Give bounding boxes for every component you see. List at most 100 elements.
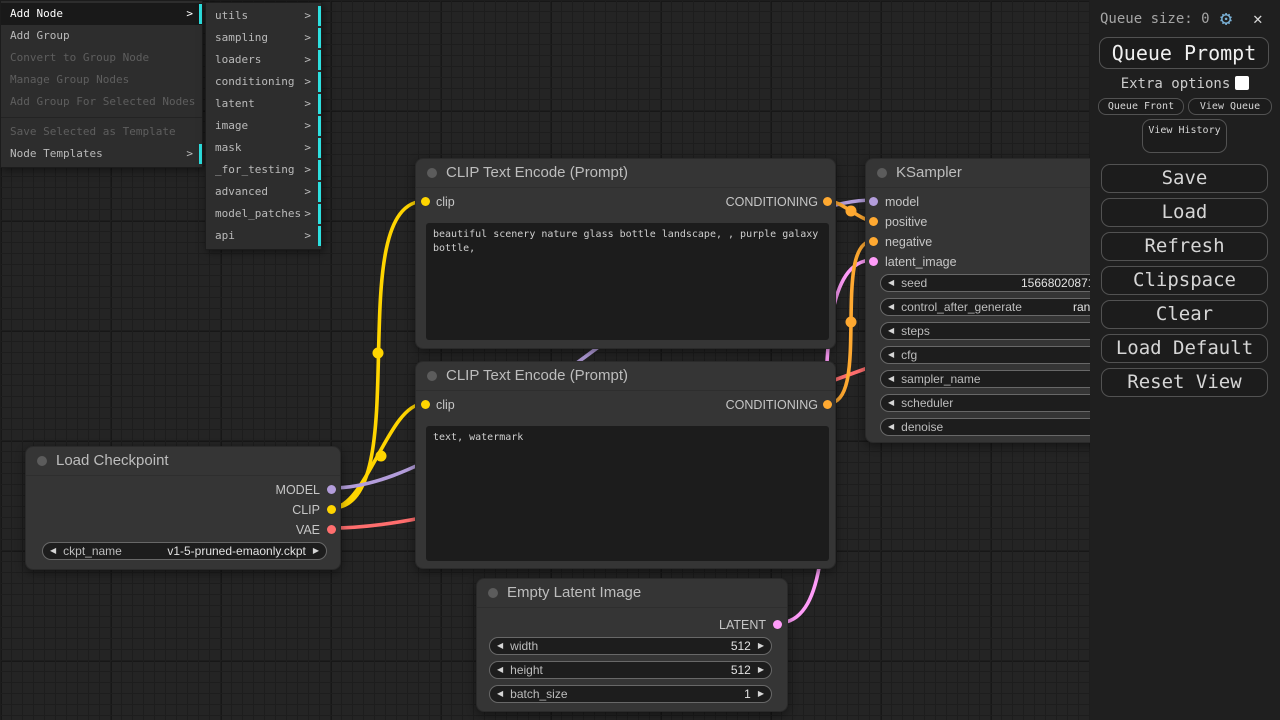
input-port-negative[interactable] [869, 237, 878, 246]
collapse-dot[interactable] [37, 456, 47, 466]
submenu-item-loaders[interactable]: loaders> [206, 49, 321, 71]
load-default-button[interactable]: Load Default [1101, 334, 1268, 363]
submenu-item-conditioning[interactable]: conditioning> [206, 71, 321, 93]
submenu-item-model-patches[interactable]: model_patches> [206, 203, 321, 225]
decrement-arrow-icon[interactable]: ◀ [881, 275, 901, 291]
input-label: negative [885, 234, 932, 250]
submenu-arrow-icon: > [304, 93, 311, 115]
widget-batch-size[interactable]: ◀ batch_size 1 ▶ [489, 685, 772, 703]
submenu-item-for-testing[interactable]: _for_testing> [206, 159, 321, 181]
node-title-bar[interactable]: CLIP Text Encode (Prompt) [416, 159, 835, 188]
increment-arrow-icon[interactable]: ▶ [751, 686, 771, 702]
output-port-model[interactable] [327, 485, 336, 494]
node-title-bar[interactable]: Load Checkpoint [26, 447, 340, 476]
decrement-arrow-icon[interactable]: ◀ [490, 662, 510, 678]
input-port-positive[interactable] [869, 217, 878, 226]
increment-arrow-icon[interactable]: ▶ [751, 638, 771, 654]
widget-value: 15668020871 [1021, 276, 1094, 291]
output-label: CONDITIONING [726, 397, 818, 413]
link-dot [376, 451, 387, 462]
menu-item-save-selected-as-template: Save Selected as Template [1, 121, 202, 143]
submenu-item-advanced[interactable]: advanced> [206, 181, 321, 203]
extra-options-checkbox[interactable] [1235, 76, 1249, 90]
view-queue-button[interactable]: View Queue [1188, 98, 1272, 115]
output-port-latent[interactable] [773, 620, 782, 629]
collapse-dot[interactable] [427, 371, 437, 381]
submenu-accent [318, 116, 321, 136]
node-title-bar[interactable]: CLIP Text Encode (Prompt) [416, 362, 835, 391]
submenu-item-image[interactable]: image> [206, 115, 321, 137]
input-label: clip [436, 397, 455, 413]
submenu-accent [318, 94, 321, 114]
output-port-vae[interactable] [327, 525, 336, 534]
queue-front-button[interactable]: Queue Front [1098, 98, 1184, 115]
widget-width[interactable]: ◀ width 512 ▶ [489, 637, 772, 655]
clipspace-button[interactable]: Clipspace [1101, 266, 1268, 295]
comfyui-canvas[interactable]: { "colors": { "clip": "#FFD500", "condit… [0, 0, 1280, 720]
submenu-item-latent[interactable]: latent> [206, 93, 321, 115]
clear-button[interactable]: Clear [1101, 300, 1268, 329]
link-dot [373, 348, 384, 359]
node-clip-text-encode-1[interactable]: CLIP Text Encode (Prompt) clip CONDITION… [415, 158, 836, 349]
increment-arrow-icon[interactable]: ▶ [751, 662, 771, 678]
queue-prompt-button[interactable]: Queue Prompt [1099, 37, 1269, 69]
decrement-arrow-icon[interactable]: ◀ [881, 419, 901, 435]
decrement-arrow-icon[interactable]: ◀ [881, 395, 901, 411]
widget-value: v1-5-pruned-emaonly.ckpt [167, 544, 306, 558]
menu-item-add-group[interactable]: Add Group [1, 25, 202, 47]
decrement-arrow-icon[interactable]: ◀ [490, 686, 510, 702]
node-title: Empty Latent Image [507, 584, 641, 601]
submenu-arrow-icon: > [304, 5, 311, 27]
settings-gear-icon[interactable]: ⚙ [1220, 7, 1232, 29]
widget-height[interactable]: ◀ height 512 ▶ [489, 661, 772, 679]
input-port-latent-image[interactable] [869, 257, 878, 266]
submenu-item-api[interactable]: api> [206, 225, 321, 247]
widget-ckpt-name[interactable]: ◀ ckpt_name v1-5-pruned-emaonly.ckpt ▶ [42, 542, 327, 560]
menu-item-add-node[interactable]: Add Node > [1, 3, 202, 25]
load-button[interactable]: Load [1101, 198, 1268, 227]
menu-item-convert-to-group-node: Convert to Group Node [1, 47, 202, 69]
collapse-dot[interactable] [488, 588, 498, 598]
submenu-accent [318, 138, 321, 158]
collapse-dot[interactable] [427, 168, 437, 178]
node-load-checkpoint[interactable]: Load Checkpoint MODEL CLIP VAE ◀ ckpt_na… [25, 446, 341, 570]
output-port-conditioning[interactable] [823, 197, 832, 206]
decrement-arrow-icon[interactable]: ◀ [881, 347, 901, 363]
prompt-textarea[interactable]: text, watermark [426, 426, 829, 561]
prompt-textarea[interactable]: beautiful scenery nature glass bottle la… [426, 223, 829, 340]
submenu-accent [318, 204, 321, 224]
submenu-item-mask[interactable]: mask> [206, 137, 321, 159]
node-title: Load Checkpoint [56, 452, 169, 469]
submenu-item-utils[interactable]: utils> [206, 5, 321, 27]
output-label: CLIP [292, 502, 320, 518]
node-title-bar[interactable]: Empty Latent Image [477, 579, 787, 608]
input-port-clip[interactable] [421, 400, 430, 409]
refresh-button[interactable]: Refresh [1101, 232, 1268, 261]
close-icon[interactable]: ✕ [1253, 9, 1263, 28]
reset-view-button[interactable]: Reset View [1101, 368, 1268, 397]
node-empty-latent-image[interactable]: Empty Latent Image LATENT ◀ width 512 ▶ … [476, 578, 788, 712]
input-port-clip[interactable] [421, 197, 430, 206]
menu-separator [1, 113, 202, 118]
menu-item-node-templates[interactable]: Node Templates > [1, 143, 202, 165]
decrement-arrow-icon[interactable]: ◀ [881, 299, 901, 315]
submenu-item-sampling[interactable]: sampling> [206, 27, 321, 49]
output-label: CONDITIONING [726, 194, 818, 210]
view-history-button[interactable]: View History [1142, 119, 1227, 153]
decrement-arrow-icon[interactable]: ◀ [881, 371, 901, 387]
decrement-arrow-icon[interactable]: ◀ [490, 638, 510, 654]
input-label: clip [436, 194, 455, 210]
node-title: CLIP Text Encode (Prompt) [446, 367, 628, 384]
input-port-model[interactable] [869, 197, 878, 206]
collapse-dot[interactable] [877, 168, 887, 178]
node-clip-text-encode-2[interactable]: CLIP Text Encode (Prompt) clip CONDITION… [415, 361, 836, 569]
canvas-context-menu: Add Node > Add Group Convert to Group No… [0, 0, 203, 168]
prev-value-arrow-icon[interactable]: ◀ [43, 543, 63, 559]
output-port-conditioning[interactable] [823, 400, 832, 409]
widget-value: 1 [744, 687, 751, 701]
next-value-arrow-icon[interactable]: ▶ [306, 543, 326, 559]
output-port-clip[interactable] [327, 505, 336, 514]
save-button[interactable]: Save [1101, 164, 1268, 193]
submenu-arrow-icon: > [304, 71, 311, 93]
decrement-arrow-icon[interactable]: ◀ [881, 323, 901, 339]
